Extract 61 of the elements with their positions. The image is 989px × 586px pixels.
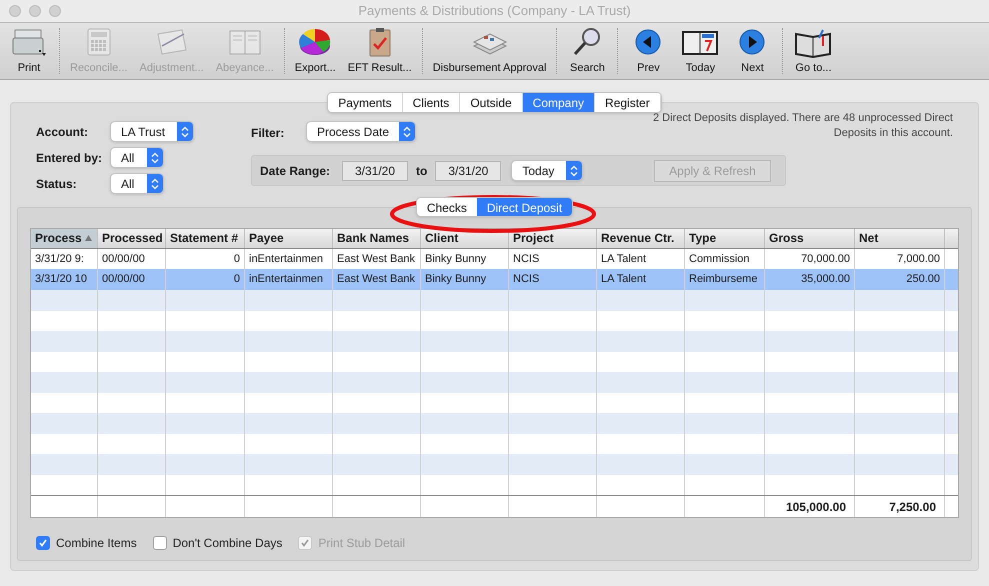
checkbox[interactable] <box>36 536 50 550</box>
sort-icon <box>84 235 92 242</box>
toolbar-button[interactable]: Disbursement Approval <box>426 26 552 76</box>
checkbox-label[interactable]: Combine Items <box>56 534 137 552</box>
dropdown[interactable]: LA Trust <box>110 121 194 142</box>
toolbar-button[interactable]: Next <box>726 26 778 76</box>
field-label: Status: <box>36 176 78 192</box>
checkbox-label[interactable]: Don't Combine Days <box>172 534 282 552</box>
toolbar-button[interactable]: Today <box>674 26 726 76</box>
dropdown[interactable]: All <box>110 173 164 194</box>
table-row[interactable]: 3/31/20 10 00/00/00 0 inEntertainmen East West Bank Binky Bunny NCIS LA Talent Reimburseme 35,000.00 250.00 <box>31 269 958 290</box>
column-header[interactable]: Statement # <box>166 229 245 248</box>
window-title: Payments & Distributions (Company - LA Trust) <box>358 2 631 20</box>
dropdown[interactable]: Today <box>511 160 584 181</box>
date-field[interactable]: 3/31/20 <box>342 160 408 180</box>
column-header[interactable]: Type <box>685 229 765 248</box>
stepper-icon <box>177 122 193 141</box>
tab[interactable]: Company <box>522 93 596 112</box>
gross-total: 105,000.00 <box>786 498 846 516</box>
table-row[interactable]: 3/31/20 9: 00/00/00 0 inEntertainmen East West Bank Binky Bunny NCIS LA Talent Commission 70,000.00 7,000.00 <box>31 248 958 270</box>
tab[interactable]: Clients <box>402 93 460 112</box>
dropdown[interactable]: Process Date <box>306 121 416 142</box>
window-control[interactable] <box>29 5 41 17</box>
net-total: 7,250.00 <box>889 498 936 516</box>
tab[interactable]: Payments <box>328 93 403 112</box>
dropdown[interactable]: All <box>110 147 164 168</box>
toolbar-button[interactable]: Go to... <box>787 26 840 76</box>
window-control[interactable] <box>9 5 21 17</box>
field-label: Entered by: <box>36 150 104 166</box>
column-header[interactable]: Client <box>421 229 509 248</box>
toolbar-button[interactable]: Print <box>3 26 55 76</box>
column-header[interactable]: Revenue Ctr. <box>597 229 685 248</box>
checkmark-icon <box>38 538 48 548</box>
toolbar-button[interactable]: Prev <box>622 26 674 76</box>
stepper-icon <box>147 148 163 167</box>
summary-text: 2 Direct Deposits displayed. There are 48 unprocessed Direct Deposits in this account. <box>652 111 953 141</box>
field-label: Date Range: <box>260 162 330 180</box>
toolbar-button[interactable]: EFT Result... <box>342 26 418 76</box>
column-header[interactable]: Net <box>855 229 945 248</box>
window-control[interactable] <box>49 5 61 17</box>
toolbar-button[interactable]: Export... <box>288 26 342 76</box>
stepper-icon <box>399 122 415 141</box>
field-label: Account: <box>36 124 89 140</box>
column-header[interactable]: Processed <box>98 229 166 248</box>
field-label: Filter: <box>251 125 286 142</box>
checkbox[interactable] <box>152 536 167 550</box>
field-label: to <box>416 162 428 180</box>
stepper-icon <box>147 174 163 193</box>
segment-tab[interactable]: Checks <box>416 198 477 216</box>
column-header[interactable]: Process <box>31 229 98 248</box>
segment-tab[interactable]: Direct Deposit <box>476 198 572 216</box>
toolbar-button[interactable]: Search <box>561 26 614 76</box>
column-header[interactable]: Project <box>509 229 597 248</box>
tab[interactable]: Outside <box>460 93 523 112</box>
column-header[interactable]: Payee <box>245 229 333 248</box>
column-header[interactable]: Bank Names <box>333 229 421 248</box>
date-field[interactable]: 3/31/20 <box>435 160 502 180</box>
tab[interactable]: Register <box>595 93 661 112</box>
column-header[interactable]: Gross <box>765 229 855 248</box>
checkmark-icon <box>300 538 310 548</box>
stepper-icon <box>566 161 582 180</box>
